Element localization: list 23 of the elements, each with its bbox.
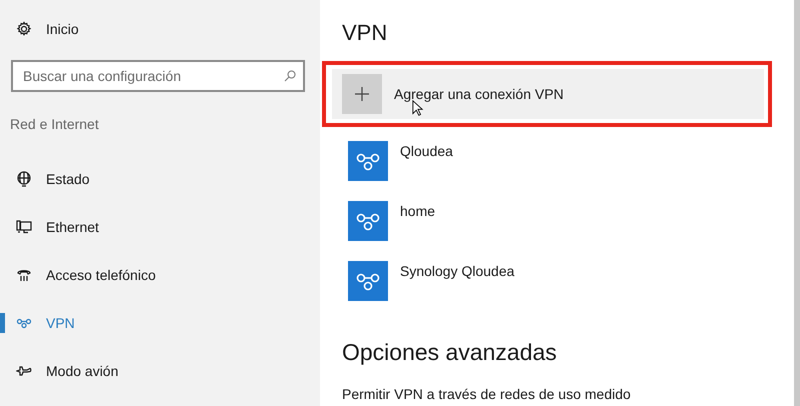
nav-item[interactable]: Acceso telefónico bbox=[0, 251, 320, 299]
nav-item[interactable]: Modo avión bbox=[0, 347, 320, 395]
phone-icon bbox=[16, 267, 32, 283]
nav-item[interactable]: Ethernet bbox=[0, 203, 320, 251]
option-label: Permitir VPN a través de redes de uso medido bbox=[342, 384, 632, 404]
search-field[interactable]: Buscar una configuración bbox=[11, 60, 305, 92]
add-vpn-button[interactable]: Agregar una conexión VPN bbox=[332, 69, 764, 119]
plus-icon bbox=[354, 86, 370, 102]
monitor-icon bbox=[16, 219, 32, 235]
vpn-connection[interactable]: Qloudea bbox=[342, 129, 642, 189]
section-title: Red e Internet bbox=[10, 115, 100, 134]
nav-item[interactable]: Estado bbox=[0, 155, 320, 203]
section-heading: Opciones avanzadas bbox=[342, 338, 558, 367]
cursor-icon bbox=[412, 100, 424, 117]
vpn-connection[interactable]: Synology Qloudea bbox=[342, 249, 642, 309]
gear-icon bbox=[16, 21, 32, 37]
vpn-connection[interactable]: home bbox=[342, 189, 642, 249]
search-icon bbox=[284, 70, 296, 82]
globe-icon bbox=[16, 171, 32, 187]
scrollbar[interactable] bbox=[794, 0, 800, 406]
page-title: VPN bbox=[342, 19, 388, 47]
home-link[interactable]: Inicio bbox=[46, 18, 79, 40]
nav-item[interactable]: VPN bbox=[0, 299, 320, 347]
